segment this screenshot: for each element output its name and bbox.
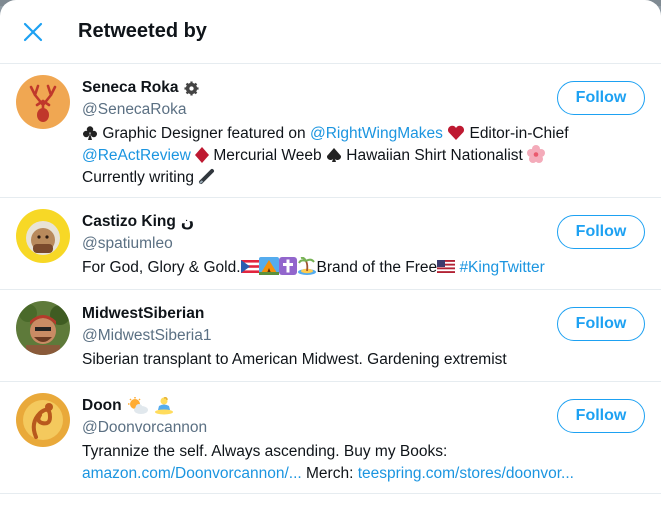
hashtag-link[interactable]: #KingTwitter — [459, 259, 544, 276]
user-row[interactable]: MidwestSiberian @MidwestSiberia1 Siberia… — [0, 290, 661, 382]
bio-text: Mercurial Weeb — [209, 147, 326, 164]
club-suit-icon — [83, 126, 97, 140]
user-row[interactable]: Castizo King ن @spatiumleo For God, Glor… — [0, 198, 661, 290]
avatar[interactable] — [16, 209, 70, 263]
external-link[interactable]: teespring.com/stores/doonvor... — [358, 465, 574, 482]
puerto-rico-flag-icon — [240, 260, 259, 273]
sun-behind-cloud-icon — [127, 397, 148, 414]
person-lotus-position-icon — [154, 397, 173, 415]
retweeted-by-dialog: Retweeted by Seneca Roka @SenecaRoka Gra… — [0, 0, 661, 516]
bio-text: Siberian transplant to American Midwest.… — [82, 351, 507, 368]
user-row[interactable]: Doon @Doonvorcannon Tyrannize the self. … — [0, 382, 661, 494]
camping-icon — [258, 257, 279, 275]
dialog-title: Retweeted by — [78, 20, 207, 42]
desert-island-icon — [297, 257, 316, 275]
bio-text: Graphic Designer featured on — [102, 125, 310, 142]
follow-button[interactable]: Follow — [557, 307, 645, 341]
hibiscus-icon — [527, 145, 546, 163]
user-bio: Siberian transplant to American Midwest.… — [82, 349, 622, 371]
close-button[interactable] — [16, 15, 50, 49]
mention-link[interactable]: @ReActReview — [82, 147, 191, 164]
bio-text: Editor-in-Chief — [465, 125, 569, 142]
spade-suit-icon — [326, 148, 341, 162]
us-flag-icon — [437, 260, 456, 273]
display-name[interactable]: Seneca Roka — [82, 79, 179, 97]
bio-text: Tyrannize the self. Always ascending. Bu… — [82, 443, 448, 460]
follow-button[interactable]: Follow — [557, 215, 645, 249]
avatar[interactable] — [16, 75, 70, 129]
display-name[interactable]: MidwestSiberian — [82, 305, 204, 323]
avatar[interactable] — [16, 301, 70, 355]
name-suffix: ن — [180, 213, 195, 231]
bio-text: Currently writing — [82, 169, 199, 186]
bio-text: For God, Glory & Gold. — [82, 259, 241, 276]
dialog-header: Retweeted by — [0, 0, 661, 64]
bio-text: Hawaiian Shirt Nationalist — [341, 147, 528, 164]
follow-button[interactable]: Follow — [557, 399, 645, 433]
pen-icon — [199, 169, 215, 184]
user-row[interactable]: Seneca Roka @SenecaRoka Graphic Designer… — [0, 64, 661, 198]
bio-text: Brand of the Free — [316, 259, 438, 276]
mention-link[interactable]: @RightWingMakes — [310, 125, 443, 142]
display-name[interactable]: Castizo King — [82, 213, 176, 231]
external-link[interactable]: amazon.com/Doonvorcannon/... — [82, 465, 302, 482]
close-icon — [23, 22, 43, 41]
heart-suit-icon — [448, 125, 465, 140]
display-name[interactable]: Doon — [82, 397, 122, 415]
avatar[interactable] — [16, 393, 70, 447]
bio-text: Merch: — [301, 465, 358, 482]
user-bio: Graphic Designer featured on @RightWingM… — [82, 123, 622, 189]
diamond-suit-icon — [195, 147, 210, 163]
latin-cross-icon — [278, 257, 297, 275]
user-bio: Tyrannize the self. Always ascending. Bu… — [82, 441, 622, 485]
follow-button[interactable]: Follow — [557, 81, 645, 115]
gear-badge-icon — [183, 80, 199, 96]
user-bio: For God, Glory & Gold. Brand of the Free … — [82, 257, 622, 279]
